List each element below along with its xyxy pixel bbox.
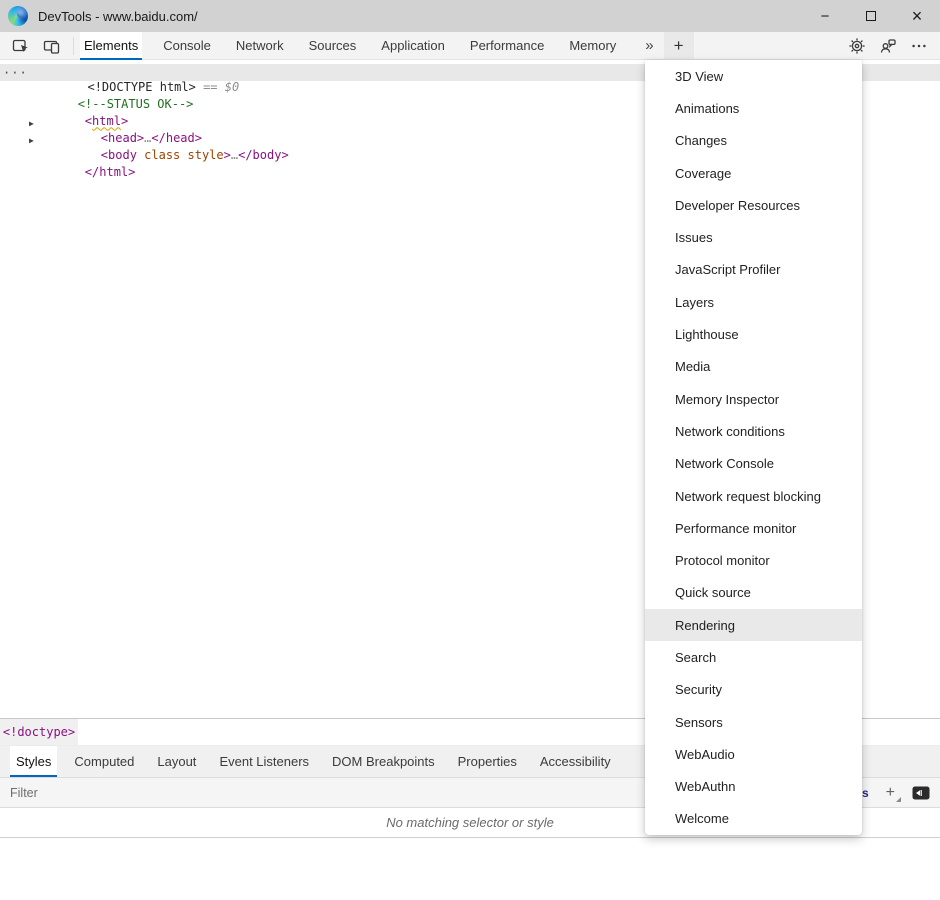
settings-gear-icon[interactable]: [848, 37, 866, 55]
menu-item[interactable]: Security: [645, 674, 862, 706]
menu-item[interactable]: Rendering: [645, 609, 862, 641]
code-segment: </html>: [85, 165, 136, 179]
main-tab[interactable]: Network: [232, 32, 288, 60]
styles-tab[interactable]: Styles: [10, 746, 57, 777]
code-segment: $0: [225, 80, 239, 94]
menu-item[interactable]: Changes: [645, 125, 862, 157]
main-tab[interactable]: Performance: [466, 32, 548, 60]
menu-item[interactable]: Coverage: [645, 157, 862, 189]
send-feedback-icon[interactable]: [879, 37, 897, 55]
menu-item[interactable]: Quick source: [645, 577, 862, 609]
new-style-rule-button[interactable]: +: [883, 784, 898, 802]
code-segment: …: [231, 148, 238, 162]
menu-item[interactable]: Layers: [645, 286, 862, 318]
edge-logo-icon: [8, 6, 28, 26]
toolbar-right-icons: [848, 37, 928, 55]
menu-item[interactable]: Issues: [645, 221, 862, 253]
close-button[interactable]: ×: [894, 0, 940, 32]
code-segment: >: [224, 148, 231, 162]
menu-item[interactable]: Performance monitor: [645, 512, 862, 544]
menu-item[interactable]: Developer Resources: [645, 189, 862, 221]
maximize-button[interactable]: [848, 0, 894, 32]
menu-item[interactable]: Network Console: [645, 448, 862, 480]
styles-tab[interactable]: Accessibility: [534, 746, 617, 777]
more-tools-menu: 3D ViewAnimationsChangesCoverageDevelope…: [645, 60, 862, 835]
expander-icon[interactable]: ▶: [29, 119, 43, 128]
more-options-icon[interactable]: [910, 37, 928, 55]
code-segment: </body>: [238, 148, 289, 162]
toggle-sidebar-icon[interactable]: [912, 786, 930, 800]
filter-input[interactable]: [0, 786, 420, 800]
filter-bar-actions: s +: [862, 784, 930, 802]
main-tab[interactable]: Sources: [305, 32, 361, 60]
menu-item[interactable]: Search: [645, 641, 862, 673]
menu-item[interactable]: 3D View: [645, 60, 862, 92]
maximize-icon: [866, 11, 876, 21]
styles-tab[interactable]: Layout: [151, 746, 202, 777]
menu-item[interactable]: Welcome: [645, 803, 862, 835]
titlebar: DevTools - www.baidu.com/ − ×: [0, 0, 940, 32]
menu-item[interactable]: Sensors: [645, 706, 862, 738]
empty-message: No matching selector or style: [386, 815, 554, 830]
styles-tab[interactable]: Event Listeners: [213, 746, 315, 777]
styles-tab[interactable]: Properties: [452, 746, 523, 777]
styles-tab[interactable]: DOM Breakpoints: [326, 746, 441, 777]
menu-item[interactable]: Lighthouse: [645, 318, 862, 350]
more-tabs-chevron-icon[interactable]: »: [641, 37, 657, 54]
styles-tab[interactable]: Computed: [68, 746, 140, 777]
code-segment: class style: [137, 148, 224, 162]
window-title: DevTools - www.baidu.com/: [38, 9, 198, 24]
menu-item[interactable]: WebAudio: [645, 738, 862, 770]
code-segment: ==: [196, 80, 225, 94]
minimize-button[interactable]: −: [802, 0, 848, 32]
main-tab[interactable]: Application: [377, 32, 449, 60]
menu-item[interactable]: Animations: [645, 92, 862, 124]
devtools-window: DevTools - www.baidu.com/ − × ElementsCo…: [0, 0, 940, 900]
menu-item[interactable]: Memory Inspector: [645, 383, 862, 415]
menu-item[interactable]: WebAuthn: [645, 771, 862, 803]
code-line: </html>: [27, 137, 135, 179]
add-tools-button[interactable]: +: [664, 32, 694, 59]
menu-item[interactable]: Network conditions: [645, 415, 862, 447]
menu-item[interactable]: JavaScript Profiler: [645, 254, 862, 286]
breadcrumb-doctype[interactable]: <!doctype>: [0, 719, 78, 745]
main-tab[interactable]: Memory: [565, 32, 620, 60]
window-controls: − ×: [802, 0, 940, 32]
menu-item[interactable]: Network request blocking: [645, 480, 862, 512]
menu-item[interactable]: Protocol monitor: [645, 544, 862, 576]
menu-item[interactable]: Media: [645, 351, 862, 383]
inspect-element-icon[interactable]: [12, 37, 30, 55]
cls-button-fragment[interactable]: s: [862, 786, 869, 800]
